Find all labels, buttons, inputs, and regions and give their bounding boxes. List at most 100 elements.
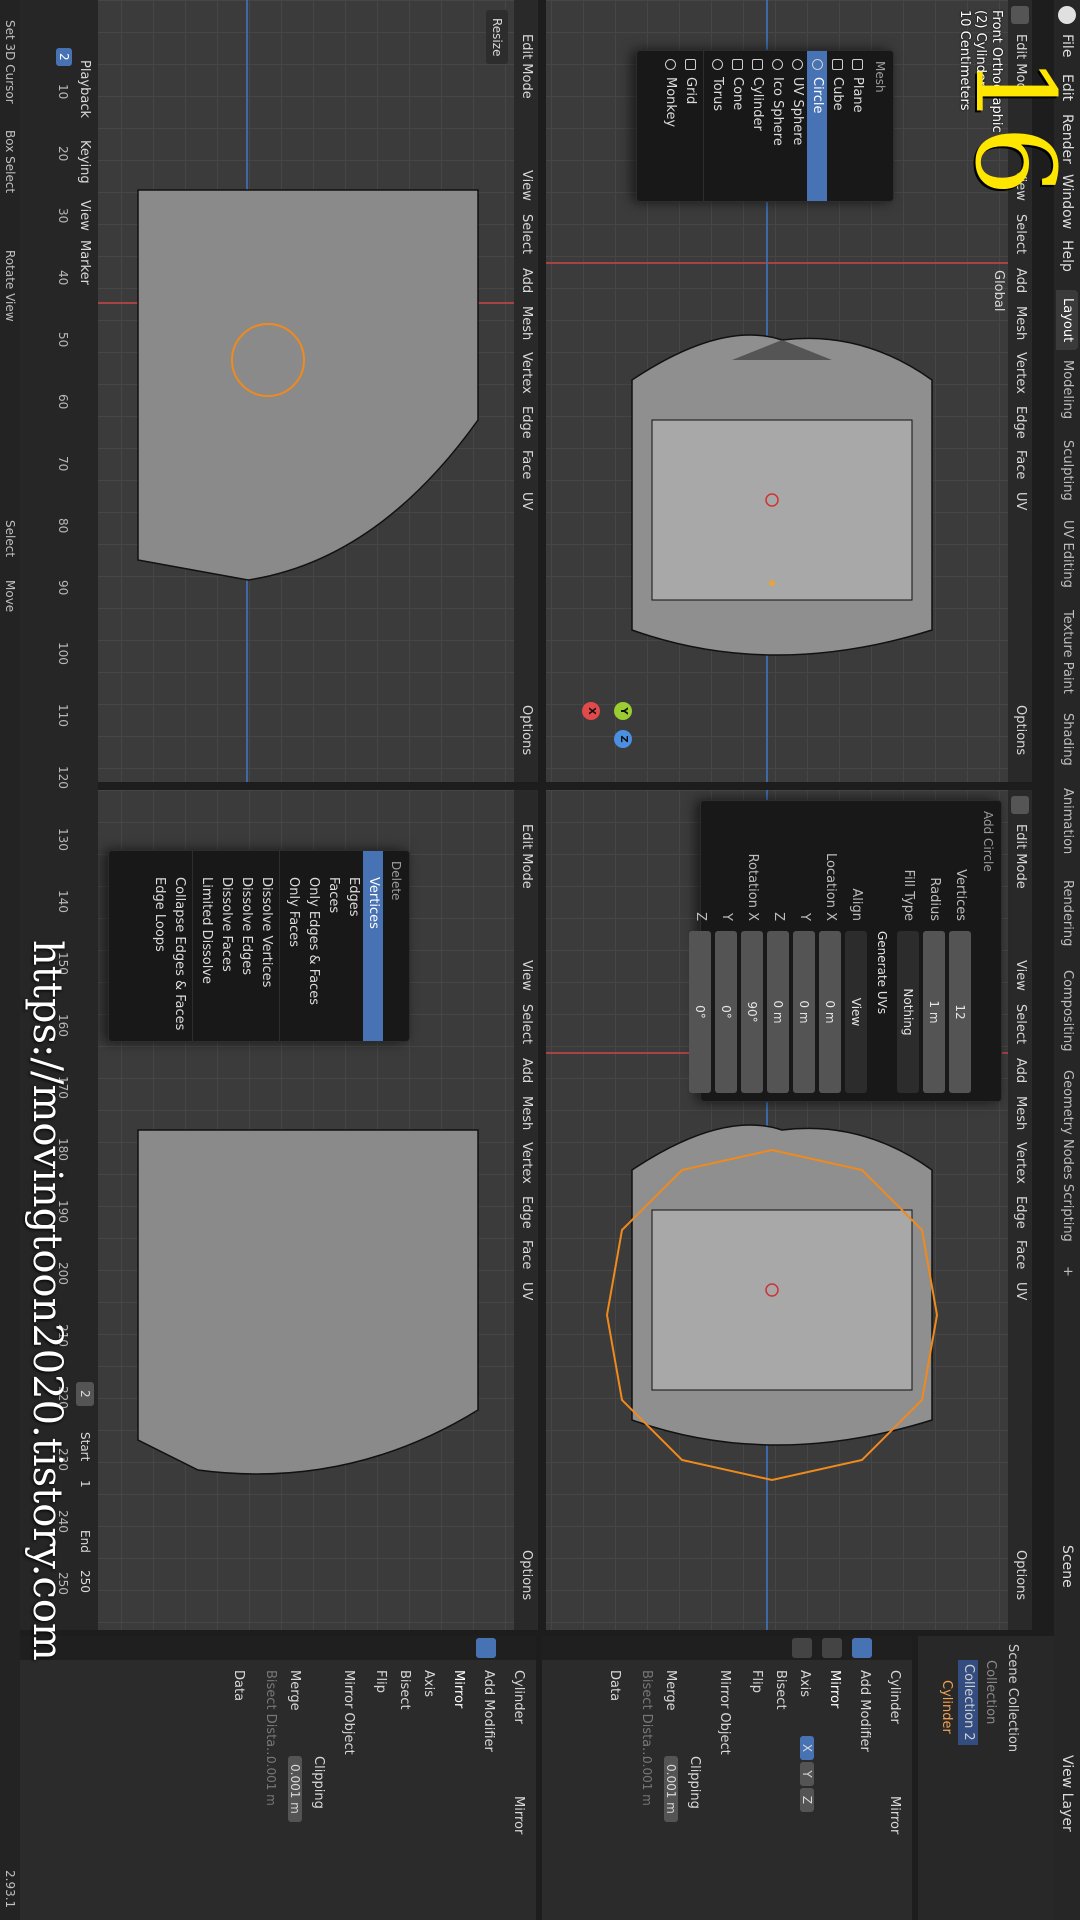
- options-menu[interactable]: Options: [1013, 705, 1028, 755]
- tab-texture-paint[interactable]: Texture Paint: [1056, 602, 1078, 702]
- menu-item-circle[interactable]: Circle: [807, 51, 827, 201]
- delete-faces[interactable]: Faces: [323, 851, 343, 1041]
- location-z-input[interactable]: 0 m: [767, 931, 789, 1093]
- menu-mesh-3[interactable]: Mesh: [519, 306, 534, 340]
- menu-add[interactable]: Add: [1013, 268, 1028, 293]
- current-frame-input[interactable]: 2: [76, 1382, 94, 1406]
- menu-vertex-4[interactable]: Vertex: [519, 1142, 534, 1184]
- object-name-field-2[interactable]: Cylinder: [511, 1670, 526, 1724]
- tab-compositing[interactable]: Compositing: [1056, 962, 1078, 1060]
- edge-loops[interactable]: Edge Loops: [149, 851, 169, 1041]
- playhead[interactable]: 2: [56, 48, 72, 66]
- rotation-y-input[interactable]: 0°: [715, 931, 737, 1093]
- menu-edge[interactable]: Edge: [1013, 406, 1028, 439]
- menu-add-3[interactable]: Add: [519, 268, 534, 293]
- menu-item-monkey[interactable]: Monkey: [660, 51, 680, 201]
- menu-mesh-4[interactable]: Mesh: [519, 1096, 534, 1130]
- bisect-distance-input[interactable]: 0.001 m: [640, 1756, 654, 1806]
- menu-mesh[interactable]: Mesh: [1013, 306, 1028, 340]
- end-frame-input[interactable]: 250: [78, 1570, 92, 1593]
- menu-uv-2[interactable]: UV: [1013, 1282, 1028, 1300]
- menu-edge-2[interactable]: Edge: [1013, 1196, 1028, 1229]
- viewport-front-ortho-2[interactable]: Edit Mode View Select Add Mesh Vertex Ed…: [546, 790, 1032, 1630]
- axis-z-toggle[interactable]: Z: [800, 1788, 814, 1812]
- add-modifier-button-2[interactable]: Add Modifier: [481, 1670, 496, 1752]
- viewport-bottom-right[interactable]: Edit Mode View Select Add Mesh Vertex Ed…: [98, 790, 538, 1630]
- menu-view-4[interactable]: View: [519, 960, 534, 991]
- start-frame-input[interactable]: 1: [78, 1480, 92, 1488]
- menu-add-4[interactable]: Add: [519, 1058, 534, 1083]
- material-tab-icon[interactable]: [792, 1638, 812, 1658]
- transform-orientation[interactable]: Global: [991, 270, 1006, 311]
- menu-file[interactable]: File: [1059, 34, 1075, 57]
- tab-rendering[interactable]: Rendering: [1056, 872, 1078, 954]
- dissolve-edges[interactable]: Dissolve Edges: [236, 851, 256, 1041]
- data-panel-header[interactable]: Data: [607, 1670, 622, 1701]
- menu-select[interactable]: Select: [1013, 214, 1028, 254]
- menu-item-cylinder[interactable]: Cylinder: [747, 51, 767, 201]
- menu-item-cone[interactable]: Cone: [727, 51, 747, 201]
- location-y-input[interactable]: 0 m: [793, 931, 815, 1093]
- outliner-scene-collection[interactable]: Scene Collection: [1002, 1644, 1022, 1752]
- timeline-menu-view[interactable]: View: [77, 200, 92, 231]
- gizmo-z-axis[interactable]: Z: [614, 730, 632, 748]
- tab-shading[interactable]: Shading: [1056, 705, 1078, 774]
- object-tab-icon[interactable]: [822, 1638, 842, 1658]
- menu-item-torus[interactable]: Torus: [707, 51, 727, 201]
- menu-select-3[interactable]: Select: [519, 214, 534, 254]
- menu-select-4[interactable]: Select: [519, 1004, 534, 1044]
- fill-type-select[interactable]: Nothing: [897, 931, 919, 1093]
- menu-uv-4[interactable]: UV: [519, 1282, 534, 1300]
- location-x-input[interactable]: 0 m: [819, 931, 841, 1093]
- delete-only-edges-faces[interactable]: Only Edges & Faces: [303, 851, 323, 1041]
- vertices-input[interactable]: 12: [949, 931, 971, 1093]
- add-circle-title[interactable]: Add Circle: [975, 801, 1001, 1101]
- mesh-head-left[interactable]: [118, 160, 498, 600]
- tab-layout[interactable]: Layout: [1056, 290, 1078, 351]
- menu-face-4[interactable]: Face: [519, 1240, 534, 1269]
- tab-animation[interactable]: Animation: [1056, 780, 1078, 862]
- menu-item-grid[interactable]: Grid: [680, 51, 700, 201]
- options-menu-3[interactable]: Options: [519, 705, 534, 755]
- menu-item-plane[interactable]: Plane: [847, 51, 867, 201]
- timeline-menu-playback[interactable]: Playback: [77, 60, 92, 118]
- menu-help[interactable]: Help: [1059, 240, 1075, 272]
- menu-edge-3[interactable]: Edge: [519, 406, 534, 439]
- editor-type-icon-2[interactable]: [1011, 796, 1029, 814]
- tab-scripting[interactable]: Scripting: [1056, 1176, 1078, 1250]
- menu-vertex-3[interactable]: Vertex: [519, 352, 534, 394]
- dissolve-vertices[interactable]: Dissolve Vertices: [256, 851, 276, 1041]
- gizmo-x-axis[interactable]: X: [582, 702, 600, 720]
- options-menu-2[interactable]: Options: [1013, 1550, 1028, 1600]
- object-name-field[interactable]: Cylinder: [887, 1670, 902, 1724]
- tab-modeling[interactable]: Modeling: [1056, 352, 1078, 427]
- menu-edge-4[interactable]: Edge: [519, 1196, 534, 1229]
- menu-uv[interactable]: UV: [1013, 492, 1028, 510]
- rotation-x-input[interactable]: 90°: [741, 931, 763, 1093]
- bisect-distance-input-2[interactable]: 0.001 m: [264, 1756, 278, 1806]
- gizmo-y-axis[interactable]: Y: [614, 702, 632, 720]
- generate-uvs-checkbox[interactable]: Generate UVs: [871, 931, 893, 1093]
- mode-select-2[interactable]: Edit Mode: [1013, 824, 1028, 889]
- scene-selector[interactable]: Scene: [1059, 1545, 1075, 1588]
- clipping-checkbox-2[interactable]: Clipping: [311, 1756, 326, 1809]
- menu-item-uv-sphere[interactable]: UV Sphere: [787, 51, 807, 201]
- outliner-collection-2[interactable]: Collection 2: [958, 1660, 978, 1745]
- view-layer-selector[interactable]: View Layer: [1059, 1755, 1075, 1832]
- menu-item-cube[interactable]: Cube: [827, 51, 847, 201]
- viewport-bottom-left[interactable]: Edit Mode View Select Add Mesh Vertex Ed…: [98, 0, 538, 782]
- menu-view-3[interactable]: View: [519, 170, 534, 201]
- delete-only-faces[interactable]: Only Faces: [283, 851, 303, 1041]
- collapse-edges-faces[interactable]: Collapse Edges & Faces: [169, 851, 189, 1041]
- menu-select-2[interactable]: Select: [1013, 1004, 1028, 1044]
- delete-vertices[interactable]: Vertices: [363, 851, 383, 1041]
- outliner[interactable]: Scene Collection Collection Collection 2…: [918, 1636, 1054, 1920]
- axis-x-toggle[interactable]: X: [800, 1736, 814, 1760]
- outliner-collection[interactable]: Collection: [980, 1660, 1000, 1724]
- merge-distance-input-2[interactable]: 0.001 m: [288, 1756, 302, 1822]
- properties-editor[interactable]: Cylinder Mirror Add Modifier Mirror Axis…: [542, 1636, 912, 1920]
- add-modifier-button[interactable]: Add Modifier: [857, 1670, 872, 1752]
- data-panel-header-2[interactable]: Data: [231, 1670, 246, 1701]
- merge-distance-input[interactable]: 0.001 m: [664, 1756, 678, 1822]
- modifier-tab-icon-2[interactable]: [476, 1638, 496, 1658]
